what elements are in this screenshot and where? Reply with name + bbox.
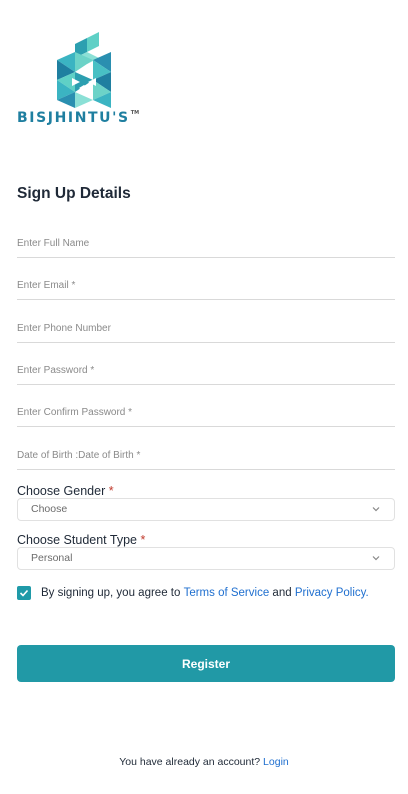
chevron-down-icon xyxy=(372,507,380,512)
terms-row: By signing up, you agree to Terms of Ser… xyxy=(17,586,369,600)
privacy-policy-link[interactable]: Privacy Policy. xyxy=(295,587,369,599)
login-prompt-text: You have already an account? xyxy=(119,756,261,768)
register-button[interactable]: Register xyxy=(17,645,395,682)
date-of-birth-field[interactable] xyxy=(17,441,395,470)
password-field[interactable] xyxy=(17,356,395,385)
terms-and-text: and xyxy=(272,587,292,599)
terms-prefix: By signing up, you agree to xyxy=(41,587,181,599)
phone-field[interactable] xyxy=(17,314,395,343)
check-icon xyxy=(19,589,29,597)
gender-required-mark: * xyxy=(108,484,114,498)
terms-checkbox[interactable] xyxy=(17,586,31,600)
trademark-mark: TM xyxy=(130,110,140,116)
brand-name: BISJHINTU'STM xyxy=(17,110,140,126)
gender-select-value: Choose xyxy=(31,503,68,515)
gender-label: Choose Gender * xyxy=(17,484,114,498)
terms-of-service-link[interactable]: Terms of Service xyxy=(184,587,270,599)
page-title: Sign Up Details xyxy=(17,185,131,202)
full-name-field[interactable] xyxy=(17,229,395,258)
gender-select[interactable]: Choose xyxy=(17,498,395,521)
email-field[interactable] xyxy=(17,271,395,300)
student-type-required-mark: * xyxy=(140,533,146,547)
student-type-select-value: Personal xyxy=(31,552,73,564)
confirm-password-field[interactable] xyxy=(17,398,395,427)
student-type-select[interactable]: Personal xyxy=(17,547,395,570)
login-prompt: You have already an account? Login xyxy=(0,756,408,768)
student-type-label: Choose Student Type * xyxy=(17,533,146,547)
login-link[interactable]: Login xyxy=(263,756,289,768)
chevron-down-icon xyxy=(372,556,380,561)
